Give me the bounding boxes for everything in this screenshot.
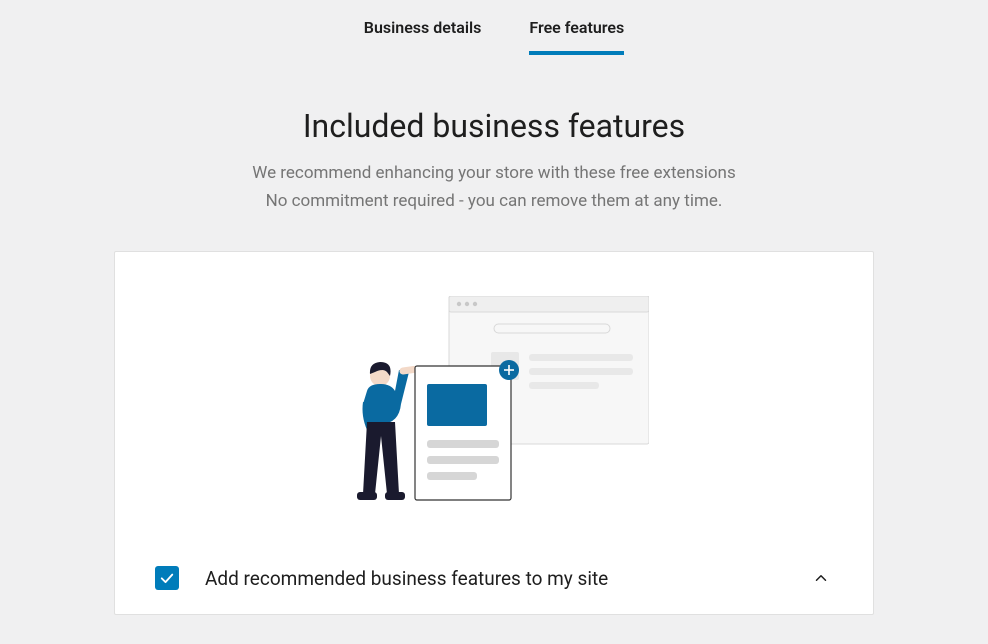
add-features-checkbox[interactable] [155,566,179,590]
tab-bar: Business details Free features [0,0,988,55]
page-title: Included business features [0,107,988,145]
page-subtitle-line2: No commitment required - you can remove … [0,187,988,215]
accordion-label: Add recommended business features to my … [205,567,783,590]
chevron-up-icon [812,569,830,587]
onboarding-illustration-icon [339,296,649,506]
tab-free-features[interactable]: Free features [529,18,624,55]
illustration [115,252,873,546]
page-subtitle-line1: We recommend enhancing your store with t… [0,159,988,187]
page-header: Included business features We recommend … [0,107,988,215]
features-card: Add recommended business features to my … [114,251,874,615]
accordion-header[interactable]: Add recommended business features to my … [115,546,873,614]
check-icon [158,569,176,587]
accordion-toggle[interactable] [809,566,833,590]
tab-business-details[interactable]: Business details [364,18,482,55]
